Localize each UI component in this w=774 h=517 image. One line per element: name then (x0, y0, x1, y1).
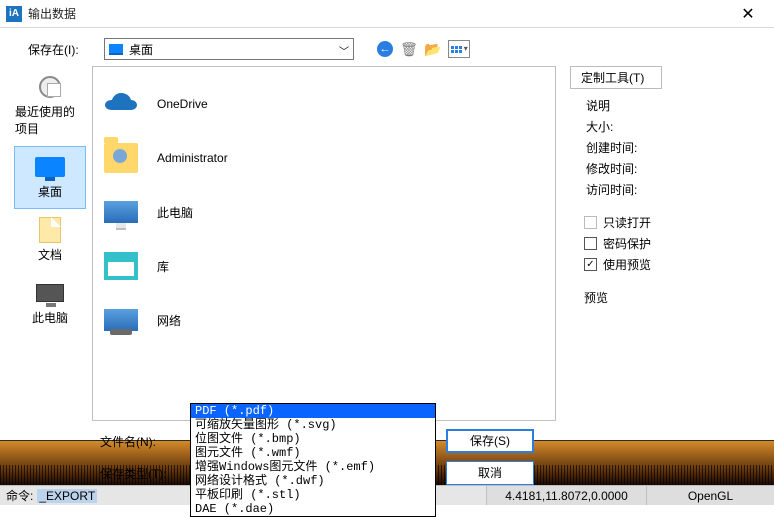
list-item[interactable]: OneDrive (101, 77, 555, 131)
save-in-label: 保存在(I): (28, 41, 96, 58)
checkbox-label: 密码保护 (603, 235, 651, 252)
checkbox-label: 使用预览 (603, 256, 651, 273)
place-label: 最近使用的项目 (15, 103, 85, 137)
file-list[interactable]: OneDrive Administrator 此电脑 库 网络 (92, 66, 556, 421)
list-item[interactable]: 库 (101, 239, 555, 293)
library-icon (101, 252, 141, 280)
password-checkbox[interactable]: 密码保护 (584, 235, 758, 252)
readonly-checkbox[interactable]: 只读打开 (584, 214, 758, 231)
filetype-dropdown[interactable]: PDF (*.pdf) 可缩放矢量图形 (*.svg) 位图文件 (*.bmp)… (190, 403, 436, 517)
app-icon: iA (6, 6, 22, 22)
place-label: 桌面 (38, 183, 62, 200)
info-accessed: 访问时间: (570, 179, 758, 200)
checkbox-icon (584, 216, 597, 229)
save-in-row: 保存在(I): 桌面 ﹀ ← 🗑 📂 ▾ (0, 28, 774, 66)
list-item[interactable]: 网络 (101, 293, 555, 347)
item-label: 此电脑 (157, 204, 193, 221)
item-label: OneDrive (157, 97, 208, 111)
view-mode-button[interactable]: ▾ (448, 40, 470, 58)
desktop-icon (33, 153, 67, 181)
place-documents[interactable]: 文档 (14, 209, 86, 272)
filetype-option[interactable]: 位图文件 (*.bmp) (191, 432, 435, 446)
item-label: 库 (157, 258, 169, 275)
save-in-select[interactable]: 桌面 ﹀ (104, 38, 354, 60)
cancel-button[interactable]: 取消 (446, 461, 534, 485)
place-label: 文档 (38, 246, 62, 263)
checkbox-label: 只读打开 (603, 214, 651, 231)
coordinates-readout: 4.4181,11.8072,0.0000 (486, 485, 646, 505)
info-created: 创建时间: (570, 137, 758, 158)
filetype-label: 保存类型(T): (100, 465, 180, 482)
list-item[interactable]: 此电脑 (101, 185, 555, 239)
window-title: 输出数据 (28, 5, 728, 22)
save-in-value: 桌面 (129, 41, 153, 58)
place-label: 此电脑 (32, 309, 68, 326)
item-label: 网络 (157, 312, 181, 329)
save-button[interactable]: 保存(S) (446, 429, 534, 453)
recent-icon (33, 73, 67, 101)
main-area: 最近使用的项目 桌面 文档 此电脑 OneDrive (0, 66, 774, 421)
list-item[interactable]: Administrator (101, 131, 555, 185)
filetype-option[interactable]: 增强Windows图元文件 (*.emf) (191, 460, 435, 474)
item-label: Administrator (157, 151, 228, 165)
filetype-option[interactable]: PDF (*.pdf) (191, 404, 435, 418)
filetype-option[interactable]: 网络设计格式 (*.dwf) (191, 474, 435, 488)
filetype-option[interactable]: 平板印刷 (*.stl) (191, 488, 435, 502)
checkbox-icon: ✓ (584, 258, 597, 271)
filetype-option[interactable]: DAE (*.dae) (191, 502, 435, 516)
command-value: _EXPORT (37, 489, 97, 503)
network-icon (101, 309, 141, 331)
command-label: 命令: (6, 487, 33, 504)
checkbox-icon (584, 237, 597, 250)
back-button[interactable]: ← (376, 40, 394, 58)
place-desktop[interactable]: 桌面 (14, 146, 86, 209)
filetype-option[interactable]: 图元文件 (*.wmf) (191, 446, 435, 460)
preview-checkbox[interactable]: ✓ 使用预览 (584, 256, 758, 273)
renderer-readout: OpenGL (646, 485, 774, 505)
right-panel: 定制工具(T) 说明 大小: 创建时间: 修改时间: 访问时间: 只读打开 密码… (558, 66, 758, 421)
filetype-option[interactable]: 可缩放矢量图形 (*.svg) (191, 418, 435, 432)
info-size: 大小: (570, 116, 758, 137)
custom-tools-group[interactable]: 定制工具(T) (570, 66, 662, 89)
chevron-down-icon: ﹀ (339, 43, 349, 58)
user-folder-icon (101, 143, 141, 173)
place-this-pc[interactable]: 此电脑 (14, 272, 86, 335)
title-bar: iA 输出数据 ✕ (0, 0, 774, 28)
close-button[interactable]: ✕ (728, 4, 768, 24)
place-recent[interactable]: 最近使用的项目 (14, 66, 86, 146)
info-modified: 修改时间: (570, 158, 758, 179)
preview-group-label: 预览 (570, 287, 758, 308)
filename-label: 文件名(N): (100, 433, 180, 450)
places-sidebar: 最近使用的项目 桌面 文档 此电脑 (10, 66, 90, 421)
nav-toolbar: ← 🗑 📂 ▾ (376, 40, 470, 58)
new-folder-button[interactable]: 📂 (424, 40, 442, 58)
desktop-icon (109, 44, 123, 55)
pc-icon (101, 201, 141, 223)
this-pc-icon (33, 279, 67, 307)
up-button[interactable]: 🗑 (400, 40, 418, 58)
documents-icon (33, 216, 67, 244)
info-desc: 说明 (570, 95, 758, 116)
onedrive-icon (101, 92, 141, 116)
